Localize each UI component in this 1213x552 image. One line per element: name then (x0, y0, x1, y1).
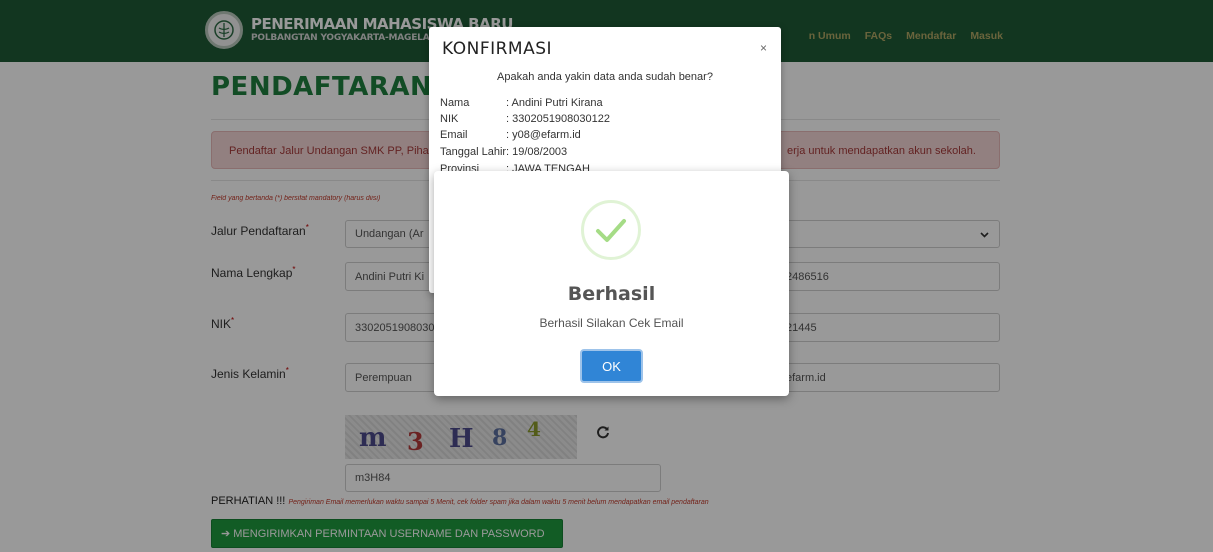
confirm-row: Email : y08@efarm.id (440, 130, 581, 141)
confirm-row: Nama : Andini Putri Kirana (440, 98, 603, 109)
success-title: Berhasil (567, 283, 656, 305)
ok-button[interactable]: OK (580, 349, 643, 383)
confirm-question: Apakah anda yakin data anda sudah benar? (497, 71, 713, 83)
confirm-row-value: : Andini Putri Kirana (506, 97, 603, 109)
success-check-icon (581, 200, 641, 260)
confirm-row: NIK : 3302051908030122 (440, 114, 610, 125)
confirm-row-key: Nama (440, 97, 470, 109)
confirm-row-value: : y08@efarm.id (506, 129, 581, 141)
confirm-row-key: NIK (440, 113, 459, 125)
confirm-row-key: Email (440, 129, 468, 141)
confirm-row-value: : 19/08/2003 (506, 146, 568, 158)
confirm-row-key: Tanggal Lahir (440, 146, 507, 158)
confirm-title: KONFIRMASI (442, 39, 553, 59)
close-icon[interactable]: × (760, 41, 767, 55)
confirm-row: Tanggal Lahir: 19/08/2003 (440, 147, 567, 158)
success-modal: Berhasil Berhasil Silakan Cek Email OK (434, 171, 789, 396)
success-message: Berhasil Silakan Cek Email (539, 316, 684, 330)
confirm-row-value: : 3302051908030122 (506, 113, 610, 125)
